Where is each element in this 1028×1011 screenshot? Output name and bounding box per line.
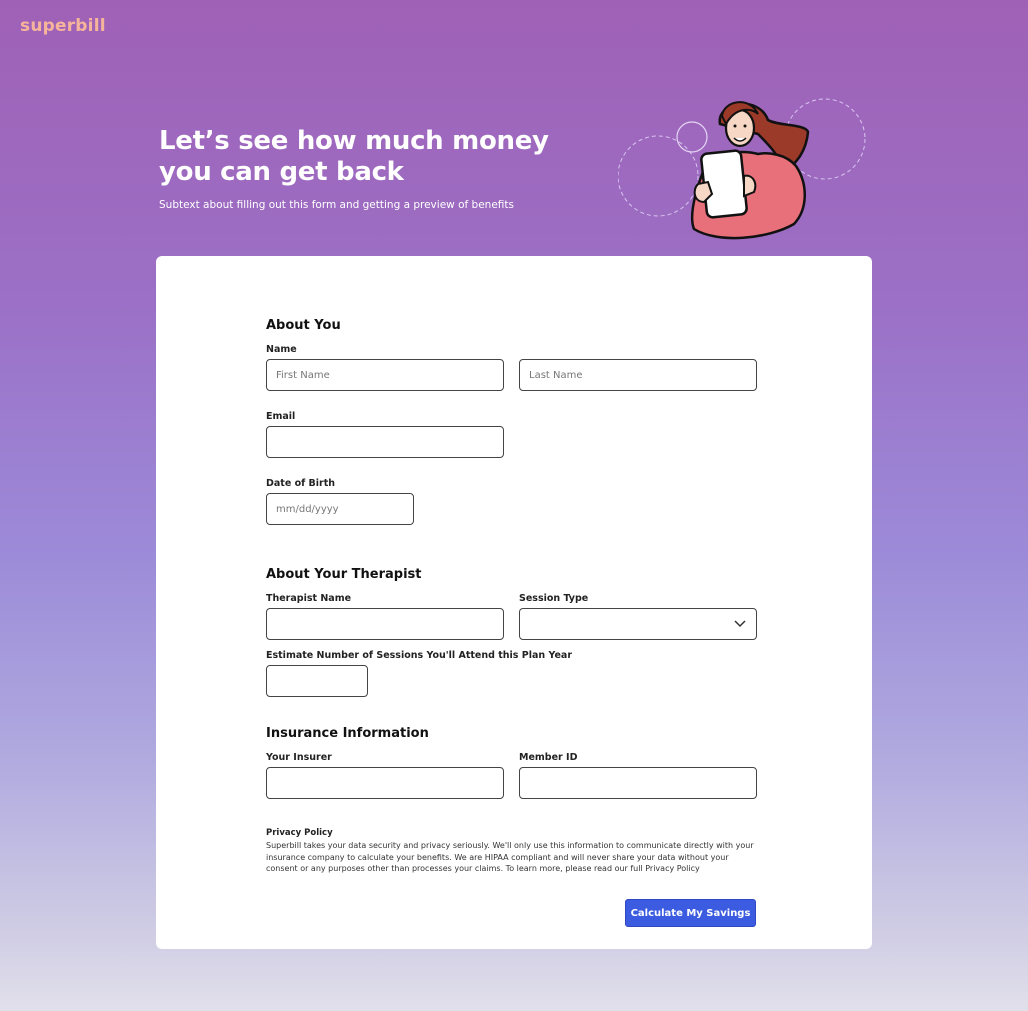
dob-label: Date of Birth [266, 478, 336, 489]
savings-form-card: About You Name Email Date of Birth About… [156, 256, 872, 949]
session-type-label: Session Type [519, 593, 589, 604]
logo[interactable]: superbill [20, 16, 106, 36]
first-name-input[interactable] [266, 359, 504, 391]
privacy-policy-title: Privacy Policy [266, 828, 333, 838]
member-id-input[interactable] [519, 767, 757, 799]
date-of-birth-input[interactable] [266, 493, 414, 525]
therapist-name-input[interactable] [266, 608, 504, 640]
privacy-policy-text: Superbill takes your data security and p… [266, 841, 754, 873]
calculate-savings-button[interactable]: Calculate My Savings [625, 899, 756, 927]
woman-with-tablet-illustration [618, 98, 866, 240]
therapist-name-label: Therapist Name [266, 593, 352, 604]
last-name-input[interactable] [519, 359, 757, 391]
member-id-label: Member ID [519, 752, 578, 763]
name-label: Name [266, 344, 297, 355]
page-title: Let’s see how much money you can get bac… [159, 126, 549, 187]
session-type-select[interactable] [519, 608, 757, 640]
sessions-estimate-label: Estimate Number of Sessions You'll Atten… [266, 650, 573, 661]
email-input[interactable] [266, 426, 504, 458]
page-subtitle: Subtext about filling out this form and … [159, 199, 514, 211]
chevron-down-icon [734, 620, 746, 628]
email-label: Email [266, 411, 296, 422]
sessions-estimate-input[interactable] [266, 665, 368, 697]
insurer-label: Your Insurer [266, 752, 332, 763]
section-title-therapist: About Your Therapist [266, 567, 422, 582]
insurer-input[interactable] [266, 767, 504, 799]
section-title-insurance: Insurance Information [266, 726, 429, 741]
section-title-about-you: About You [266, 318, 341, 333]
